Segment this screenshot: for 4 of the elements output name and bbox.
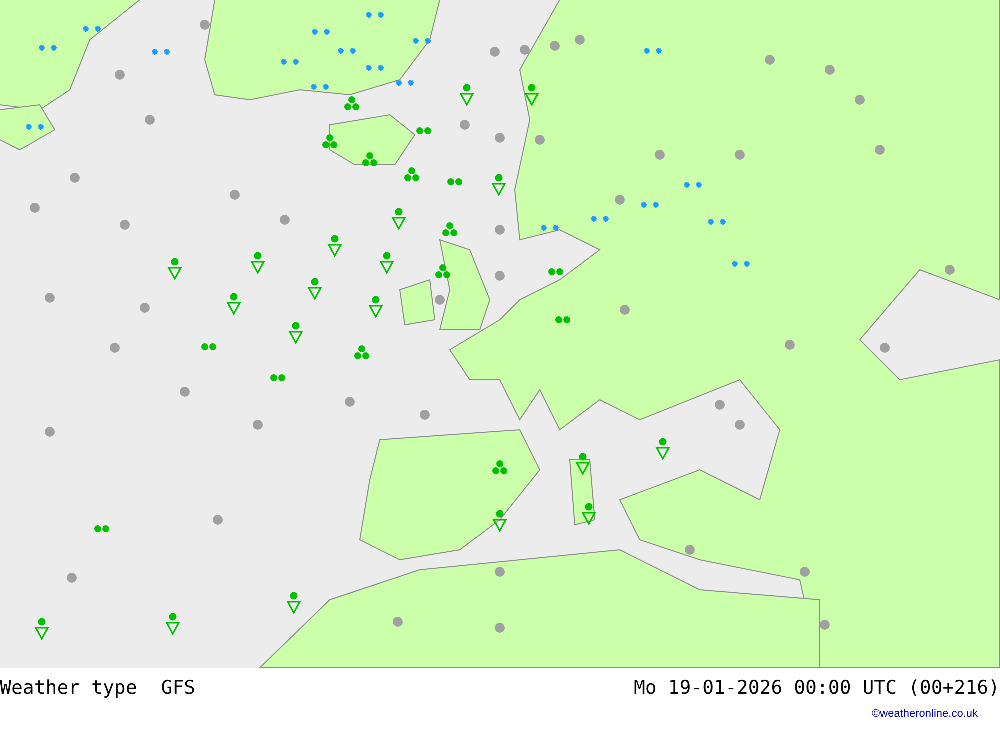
site-credit: ©weatheronline.co.uk bbox=[872, 708, 978, 720]
map-title: Weather type bbox=[0, 677, 138, 699]
model-name: GFS bbox=[161, 677, 196, 699]
valid-time: Mo 19-01-2026 00:00 UTC (00+216) bbox=[634, 677, 1000, 699]
